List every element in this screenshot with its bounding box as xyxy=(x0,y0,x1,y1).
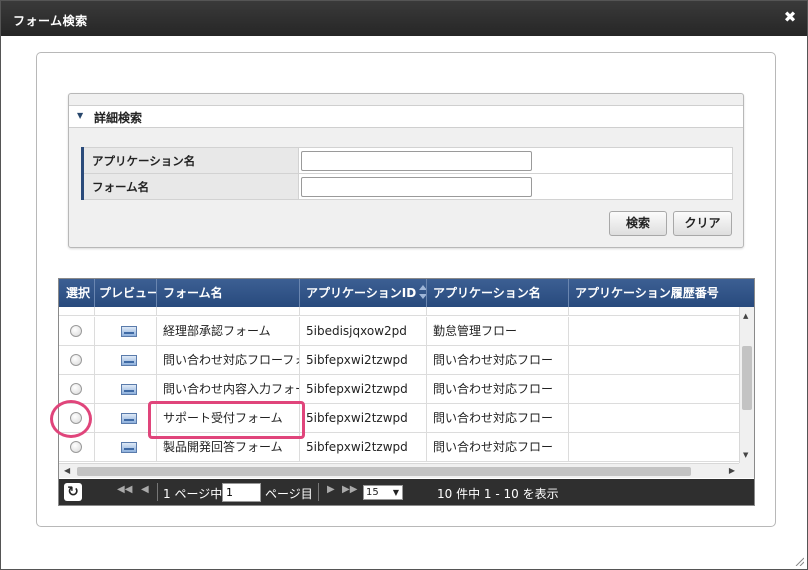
scroll-down-icon[interactable]: ▼ xyxy=(743,451,748,459)
column-header-history-number[interactable]: アプリケーション履歴番号 xyxy=(569,279,754,307)
vertical-scrollbar[interactable]: ▲ ▼ xyxy=(739,307,754,463)
per-page-select[interactable]: 15 ▼ xyxy=(363,485,403,500)
cell-application-name: 問い合わせ対応フロー xyxy=(427,404,569,433)
chevron-down-icon: ▼ xyxy=(392,488,399,497)
cell-history-number xyxy=(569,375,739,404)
cell-application-name: 問い合わせ対応フロー xyxy=(427,375,569,404)
horizontal-scrollbar[interactable]: ◀ ▶ xyxy=(59,463,739,478)
cell-application-id: 5ibfepxwi2tzwpd xyxy=(300,375,427,404)
close-icon[interactable]: ✖ xyxy=(783,10,797,25)
scrollbar-corner xyxy=(739,463,754,478)
column-header-select: 選択 xyxy=(59,279,95,307)
cell-application-name: 問い合わせ対応フロー xyxy=(427,433,569,462)
dialog-titlebar: フォーム検索 ✖ xyxy=(1,1,807,36)
first-page-icon[interactable]: ◀◀ xyxy=(117,484,132,495)
resize-grip-icon[interactable] xyxy=(794,556,804,566)
detail-search-header[interactable]: ▼ 詳細検索 xyxy=(69,105,743,128)
table-row-partial xyxy=(59,307,739,316)
cell-history-number xyxy=(569,433,739,462)
cell-application-id: 5ibfepxwi2tzwpd xyxy=(300,404,427,433)
scroll-left-icon[interactable]: ◀ xyxy=(64,466,70,475)
application-name-label: アプリケーション名 xyxy=(81,147,299,174)
row-radio[interactable] xyxy=(70,354,82,366)
table-row[interactable]: 問い合わせ対応フローフォーム 5ibfepxwi2tzwpd 問い合わせ対応フロ… xyxy=(59,346,739,375)
record-summary: 10 件中 1 - 10 を表示 xyxy=(437,487,559,501)
table-row[interactable]: 経理部承認フォーム 5ibedisjqxow2pd 勤怠管理フロー xyxy=(59,317,739,346)
cell-form-name: 経理部承認フォーム xyxy=(157,317,300,346)
preview-icon[interactable] xyxy=(121,355,137,366)
field-row-application-name: アプリケーション名 xyxy=(81,147,733,174)
column-header-application-name[interactable]: アプリケーション名 xyxy=(427,279,569,307)
per-page-value: 15 xyxy=(366,487,379,498)
scroll-up-icon[interactable]: ▲ xyxy=(743,312,748,320)
field-row-form-name: フォーム名 xyxy=(81,173,733,200)
prev-page-icon[interactable]: ◀ xyxy=(141,484,149,495)
cell-form-name: 問い合わせ内容入力フォーム xyxy=(157,375,300,404)
refresh-icon[interactable]: ↻ xyxy=(64,483,82,501)
last-page-icon[interactable]: ▶▶ xyxy=(342,484,357,495)
column-header-preview: プレビュー xyxy=(95,279,157,307)
detail-search-label: 詳細検索 xyxy=(94,111,143,125)
preview-icon[interactable] xyxy=(121,326,137,337)
grid-header: 選択 プレビュー フォーム名 アプリケーションID アプリケーション名 アプリケ… xyxy=(59,279,754,307)
column-header-application-id[interactable]: アプリケーションID xyxy=(300,279,427,307)
grid-pager: ↻ ◀◀ ◀ 1 ページ中 ページ目 ▶ ▶▶ 15 ▼ 10 件中 1 - 10… xyxy=(59,479,754,505)
dialog-title: フォーム検索 xyxy=(13,14,88,28)
vertical-scroll-thumb[interactable] xyxy=(742,346,752,410)
next-page-icon[interactable]: ▶ xyxy=(327,484,335,495)
clear-button[interactable]: クリア xyxy=(673,211,732,236)
cell-application-id: 5ibfepxwi2tzwpd xyxy=(300,433,427,462)
search-button[interactable]: 検索 xyxy=(609,211,667,236)
cell-history-number xyxy=(569,404,739,433)
highlight-rect-annotation xyxy=(148,401,305,439)
cell-application-id: 5ibedisjqxow2pd xyxy=(300,317,427,346)
cell-application-id: 5ibfepxwi2tzwpd xyxy=(300,346,427,375)
scroll-right-icon[interactable]: ▶ xyxy=(729,466,735,475)
application-name-input[interactable] xyxy=(301,150,532,171)
cell-history-number xyxy=(569,346,739,375)
pager-divider xyxy=(157,483,158,501)
cell-application-name: 問い合わせ対応フロー xyxy=(427,346,569,375)
row-radio[interactable] xyxy=(70,325,82,337)
horizontal-scroll-thumb[interactable] xyxy=(77,467,691,476)
preview-icon[interactable] xyxy=(121,413,137,424)
grid-body: 経理部承認フォーム 5ibedisjqxow2pd 勤怠管理フロー 問い合わせ対… xyxy=(59,307,739,463)
cell-application-name: 勤怠管理フロー xyxy=(427,317,569,346)
cell-history-number xyxy=(569,317,739,346)
page-suffix-text: ページ目 xyxy=(265,487,313,501)
search-form-table: アプリケーション名 フォーム名 xyxy=(81,147,733,200)
page-number-input[interactable] xyxy=(222,483,261,502)
table-row[interactable]: 問い合わせ内容入力フォーム 5ibfepxwi2tzwpd 問い合わせ対応フロー xyxy=(59,375,739,404)
column-header-application-id-label: アプリケーションID xyxy=(306,286,417,300)
sort-icon[interactable] xyxy=(419,285,427,299)
collapse-triangle-icon[interactable]: ▼ xyxy=(77,111,83,120)
cell-form-name: 問い合わせ対応フローフォーム xyxy=(157,346,300,375)
form-name-input[interactable] xyxy=(301,176,532,197)
pager-divider xyxy=(318,483,319,501)
preview-icon[interactable] xyxy=(121,442,137,453)
row-radio[interactable] xyxy=(70,441,82,453)
form-search-dialog: フォーム検索 ✖ ▼ 詳細検索 アプリケーション名 フォーム名 検索 クリア 選… xyxy=(0,0,808,570)
column-header-form-name[interactable]: フォーム名 xyxy=(157,279,300,307)
highlight-circle-annotation xyxy=(50,400,92,438)
page-prefix-text: 1 ページ中 xyxy=(163,487,223,501)
results-grid: 選択 プレビュー フォーム名 アプリケーションID アプリケーション名 アプリケ… xyxy=(58,278,755,506)
detail-search-panel: ▼ 詳細検索 アプリケーション名 フォーム名 検索 クリア xyxy=(68,93,744,248)
row-radio[interactable] xyxy=(70,383,82,395)
form-name-label: フォーム名 xyxy=(81,173,299,200)
preview-icon[interactable] xyxy=(121,384,137,395)
